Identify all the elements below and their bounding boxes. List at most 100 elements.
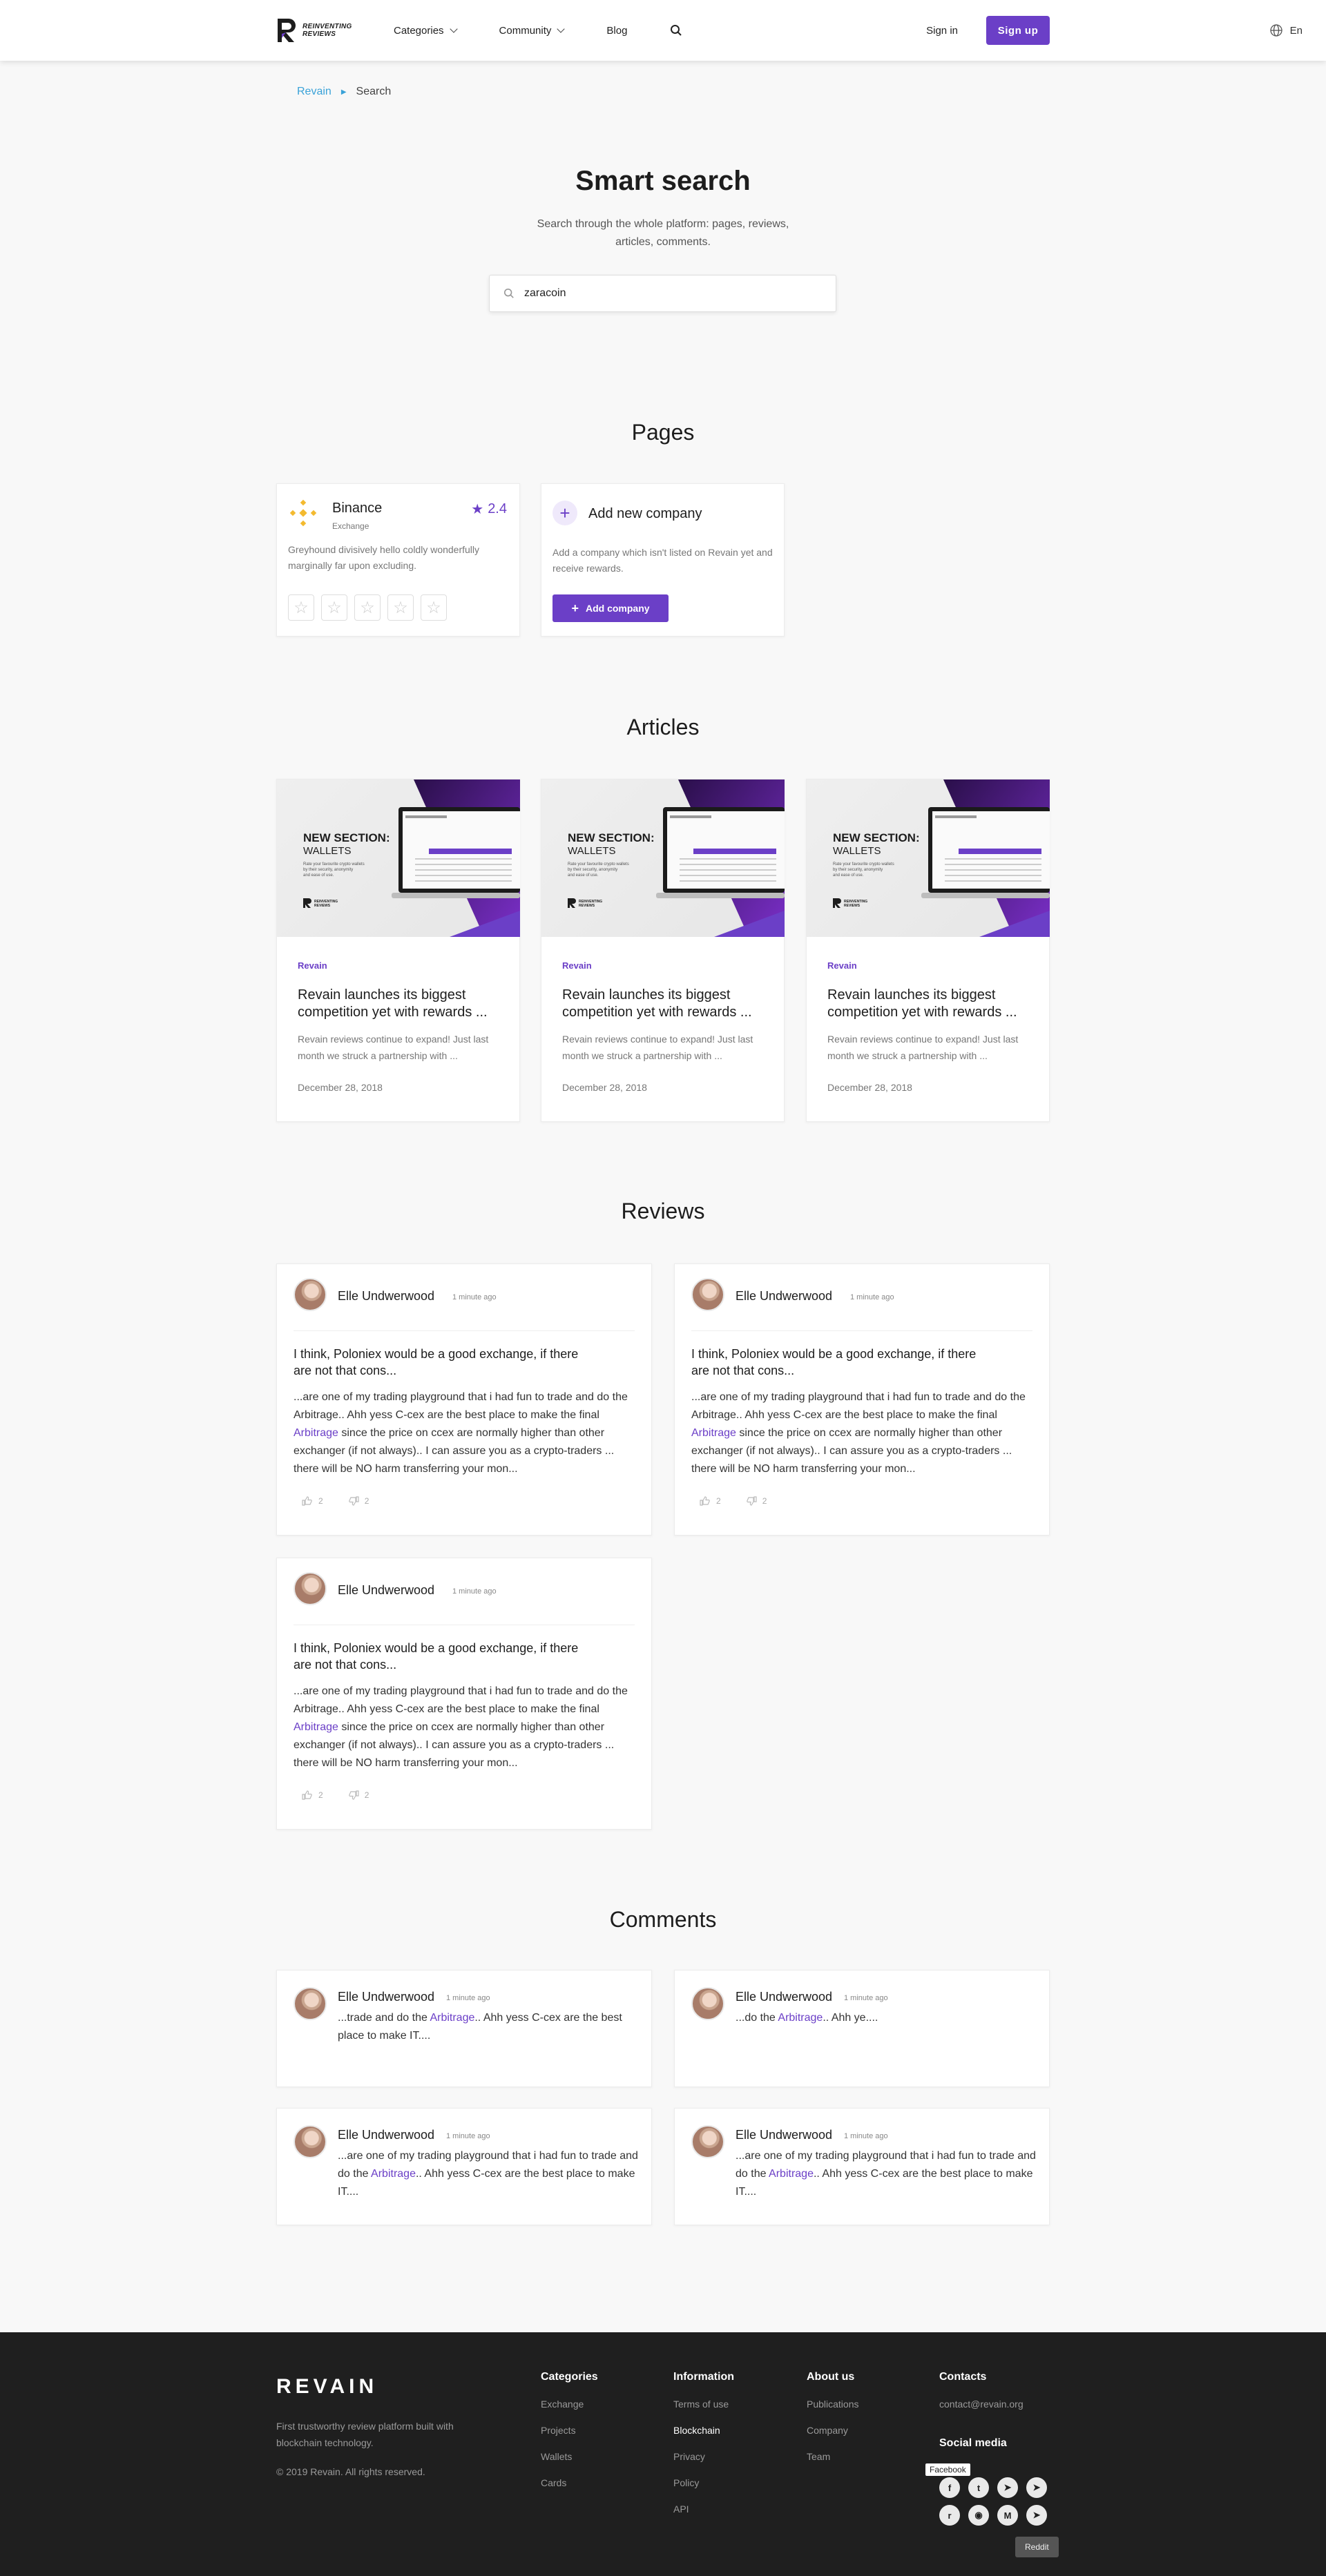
footer-link[interactable]: Team xyxy=(807,2451,859,2462)
article-image[interactable]: NEW SECTION: WALLETS Rate your favourite… xyxy=(541,779,785,937)
signin-link[interactable]: Sign in xyxy=(926,25,958,37)
footer-link[interactable]: Exchange xyxy=(541,2399,598,2410)
footer-link[interactable]: Privacy xyxy=(673,2451,734,2462)
article-title[interactable]: Revain launches its biggest competition … xyxy=(827,987,1035,1021)
avatar[interactable] xyxy=(691,1278,724,1311)
dislike-button[interactable]: 2 xyxy=(348,1790,369,1800)
steemit-icon[interactable]: ◉ xyxy=(968,2505,989,2526)
review-highlight: Arbitrage xyxy=(691,1427,736,1439)
comment-card[interactable]: Elle Undwerwood 1 minute ago ...do the Arb… xyxy=(674,1970,1050,2087)
review-title[interactable]: I think, Poloniex would be a good exchan… xyxy=(691,1346,981,1379)
search-input[interactable] xyxy=(524,287,814,300)
plus-icon: + xyxy=(552,501,577,525)
article-card[interactable]: NEW SECTION: WALLETS Rate your favourite… xyxy=(541,779,785,1122)
comment-time: 1 minute ago xyxy=(446,1994,490,2002)
comment-card[interactable]: Elle Undwerwood 1 minute ago ...are one of… xyxy=(674,2108,1050,2225)
footer-link[interactable]: Policy xyxy=(673,2477,734,2488)
footer-logo[interactable]: REVAIN xyxy=(276,2375,378,2399)
comment-card[interactable]: Elle Undwerwood 1 minute ago ...are one of… xyxy=(276,2108,652,2225)
telegram-icon[interactable]: ➤ xyxy=(997,2477,1018,2498)
company-card[interactable]: Binance Exchange ★ 2.4 Greyhound divisiv… xyxy=(276,483,520,637)
search-field[interactable] xyxy=(489,275,836,312)
breadcrumb-root[interactable]: Revain xyxy=(297,86,332,98)
comment-author[interactable]: Elle Undwerwood xyxy=(736,2128,832,2142)
footer-link[interactable]: Cards xyxy=(541,2477,598,2488)
twitter-icon[interactable]: t xyxy=(968,2477,989,2498)
star-icon[interactable]: ☆ xyxy=(354,594,381,621)
avatar[interactable] xyxy=(294,1278,327,1311)
footer-link[interactable]: API xyxy=(673,2504,734,2515)
review-card[interactable]: Elle Undwerwood 1 minute ago I think, Polo… xyxy=(276,1558,652,1830)
footer-link[interactable]: Company xyxy=(807,2425,859,2436)
review-title[interactable]: I think, Poloniex would be a good exchan… xyxy=(294,1640,584,1673)
review-card[interactable]: Elle Undwerwood 1 minute ago I think, Polo… xyxy=(674,1263,1050,1536)
article-tag[interactable]: Revain xyxy=(298,960,327,971)
article-title[interactable]: Revain launches its biggest competition … xyxy=(562,987,769,1021)
footer-link[interactable]: Wallets xyxy=(541,2451,598,2462)
dislike-button[interactable]: 2 xyxy=(746,1496,767,1506)
nav-blog[interactable]: Blog xyxy=(606,25,627,37)
article-card[interactable]: NEW SECTION: WALLETS Rate your favourite… xyxy=(276,779,520,1122)
article-image-graphic: NEW SECTION: WALLETS Rate your favourite… xyxy=(303,779,520,937)
section-title-reviews: Reviews xyxy=(621,1199,705,1223)
footer-link[interactable]: Terms of use xyxy=(673,2399,734,2410)
footer-link[interactable]: Projects xyxy=(541,2425,598,2436)
add-company-title: Add new company xyxy=(588,506,702,521)
signup-button[interactable]: Sign up xyxy=(986,16,1050,45)
article-card[interactable]: NEW SECTION: WALLETS Rate your favourite… xyxy=(806,779,1050,1122)
avatar[interactable] xyxy=(691,2125,724,2158)
telegram-icon[interactable]: ➤ xyxy=(1026,2505,1047,2526)
review-card[interactable]: Elle Undwerwood 1 minute ago I think, Polo… xyxy=(276,1263,652,1536)
language-selector[interactable]: En xyxy=(1269,23,1303,37)
medium-icon[interactable]: M xyxy=(997,2505,1018,2526)
comment-author[interactable]: Elle Undwerwood xyxy=(338,2128,434,2142)
review-title[interactable]: I think, Poloniex would be a good exchan… xyxy=(294,1346,584,1379)
comment-author[interactable]: Elle Undwerwood xyxy=(736,1990,832,2004)
article-title[interactable]: Revain launches its biggest competition … xyxy=(298,987,505,1021)
review-time: 1 minute ago xyxy=(452,1587,497,1596)
review-actions: 22 xyxy=(302,1496,369,1506)
article-image[interactable]: NEW SECTION: WALLETS Rate your favourite… xyxy=(277,779,520,937)
dislike-button[interactable]: 2 xyxy=(348,1496,369,1506)
revain-logo-icon xyxy=(278,19,296,42)
article-image[interactable]: NEW SECTION: WALLETS Rate your favourite… xyxy=(807,779,1050,937)
review-author[interactable]: Elle Undwerwood xyxy=(736,1289,832,1304)
reddit-icon[interactable]: r xyxy=(939,2505,960,2526)
comment-highlight: Arbitrage xyxy=(778,2012,823,2024)
review-highlight: Arbitrage xyxy=(294,1427,338,1439)
star-icon[interactable]: ☆ xyxy=(421,594,447,621)
avatar[interactable] xyxy=(294,1987,327,2020)
site-logo[interactable]: REINVENTING REVIEWS xyxy=(276,17,380,43)
breadcrumb: Revain ▶ Search xyxy=(297,86,391,98)
add-company-button[interactable]: + Add company xyxy=(552,594,669,622)
breadcrumb-current: Search xyxy=(356,86,392,97)
review-author[interactable]: Elle Undwerwood xyxy=(338,1583,434,1598)
company-name: Binance xyxy=(332,501,383,516)
star-icon[interactable]: ☆ xyxy=(387,594,414,621)
footer-email[interactable]: contact@revain.org xyxy=(939,2399,1024,2410)
footer-link[interactable]: Blockchain xyxy=(673,2425,734,2436)
add-company-description: Add a company which isn't listed on Reva… xyxy=(552,547,773,574)
star-icon[interactable]: ☆ xyxy=(321,594,347,621)
like-button[interactable]: 2 xyxy=(302,1790,323,1800)
avatar[interactable] xyxy=(691,1987,724,2020)
footer-link[interactable]: Publications xyxy=(807,2399,859,2410)
social-title: Social media xyxy=(939,2437,1007,2449)
search-icon[interactable] xyxy=(670,24,682,37)
star-icon[interactable]: ☆ xyxy=(288,594,314,621)
review-author[interactable]: Elle Undwerwood xyxy=(338,1289,434,1304)
article-tag[interactable]: Revain xyxy=(827,960,857,971)
article-tag[interactable]: Revain xyxy=(562,960,592,971)
avatar[interactable] xyxy=(294,2125,327,2158)
nav-categories[interactable]: Categories xyxy=(394,25,458,37)
rating-value: 2.4 xyxy=(488,501,507,516)
nav-community[interactable]: Community xyxy=(499,25,566,37)
comment-card[interactable]: Elle Undwerwood 1 minute ago ...trade and … xyxy=(276,1970,652,2087)
facebook-icon[interactable]: f xyxy=(939,2477,960,2498)
telegram-icon[interactable]: ➤ xyxy=(1026,2477,1047,2498)
comment-author[interactable]: Elle Undwerwood xyxy=(338,1990,434,2004)
footer-categories: Categories Exchange Projects Wallets Car… xyxy=(541,2371,598,2504)
avatar[interactable] xyxy=(294,1572,327,1605)
like-button[interactable]: 2 xyxy=(302,1496,323,1506)
like-button[interactable]: 2 xyxy=(700,1496,721,1506)
